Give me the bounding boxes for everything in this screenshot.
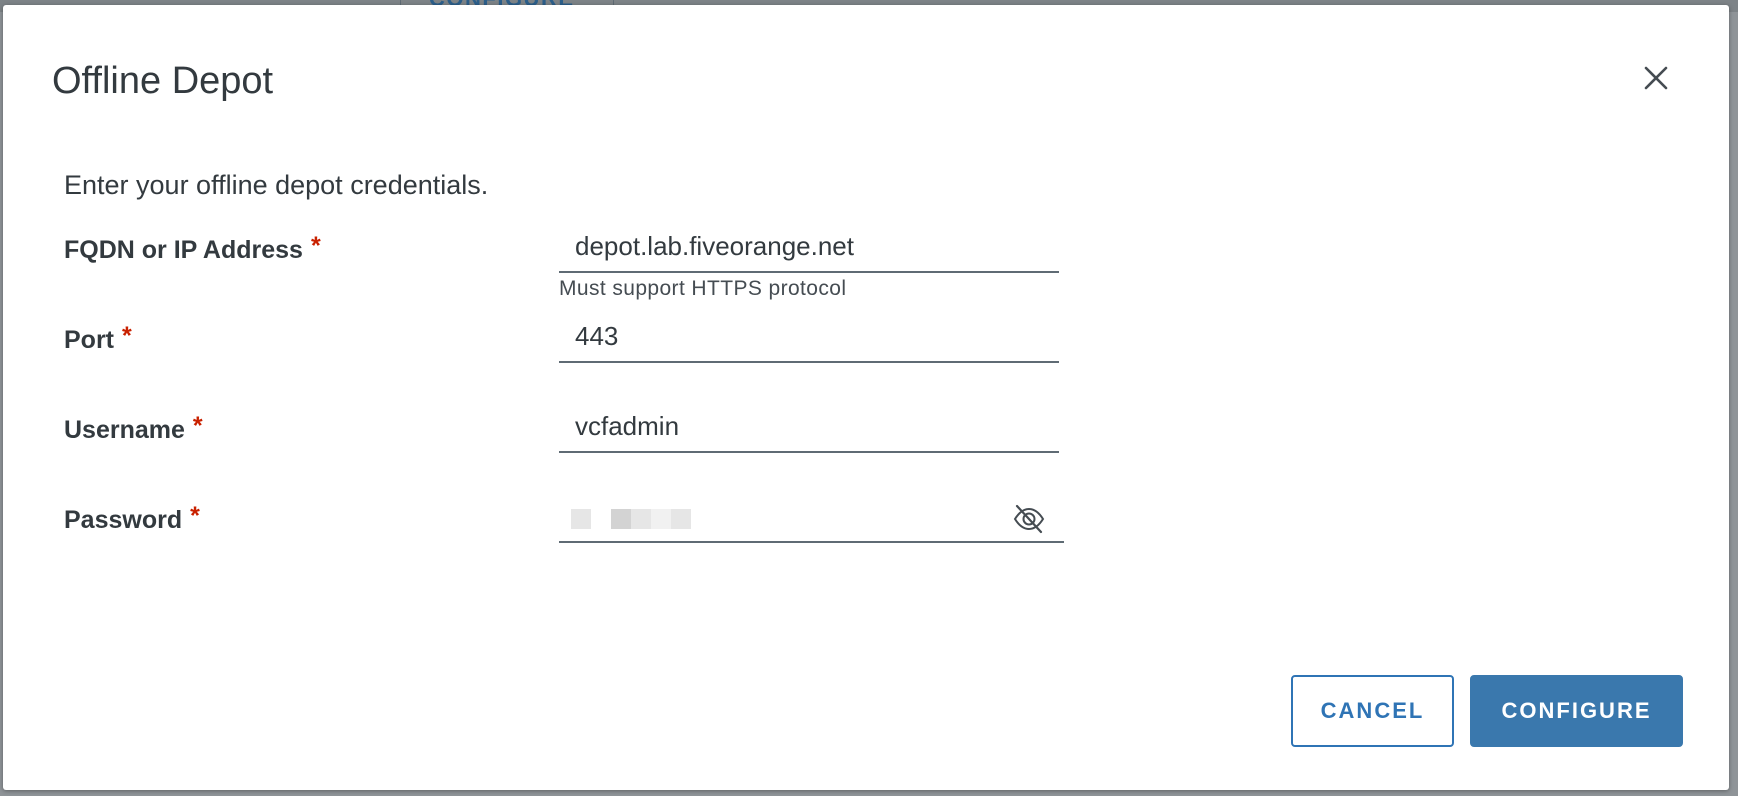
eye-slash-icon — [1013, 504, 1045, 534]
password-row: Password * — [64, 502, 1064, 563]
offline-depot-dialog: Offline Depot Enter your offline depot c… — [3, 5, 1729, 790]
username-input[interactable] — [559, 403, 1059, 449]
fqdn-row: FQDN or IP Address* Must support HTTPS p… — [64, 223, 1064, 300]
password-field[interactable] — [559, 493, 1064, 543]
close-button[interactable] — [1636, 58, 1676, 98]
fqdn-helper-text: Must support HTTPS protocol — [559, 277, 847, 300]
fqdn-input[interactable] — [559, 223, 1059, 269]
fqdn-label: FQDN or IP Address * — [64, 232, 321, 267]
required-marker: * — [190, 502, 200, 530]
port-input[interactable] — [559, 313, 1059, 359]
dialog-title: Offline Depot — [52, 60, 274, 102]
configure-button[interactable]: CONFIGURE — [1470, 675, 1683, 747]
username-field — [559, 403, 1059, 453]
port-label-text: Port — [64, 326, 114, 354]
port-field — [559, 313, 1059, 363]
dialog-intro-text: Enter your offline depot credentials. — [64, 170, 489, 200]
close-icon — [1644, 66, 1668, 90]
password-label-text: Password — [64, 506, 183, 534]
password-label: Password * — [64, 502, 200, 537]
fqdn-field — [559, 223, 1059, 273]
username-row: Username * — [64, 403, 1064, 473]
password-obscured-value — [571, 509, 691, 529]
required-marker: * — [122, 322, 132, 350]
cancel-button[interactable]: CANCEL — [1291, 675, 1454, 747]
port-row: Port * — [64, 313, 1064, 383]
required-marker: * — [192, 412, 203, 440]
username-label-text: Username — [64, 416, 185, 444]
required-marker: * — [310, 232, 321, 260]
port-label: Port * — [64, 322, 132, 357]
fqdn-label-text: FQDN or IP Address — [64, 236, 303, 264]
show-password-toggle[interactable] — [1012, 503, 1046, 535]
username-label: Username * — [64, 412, 203, 447]
